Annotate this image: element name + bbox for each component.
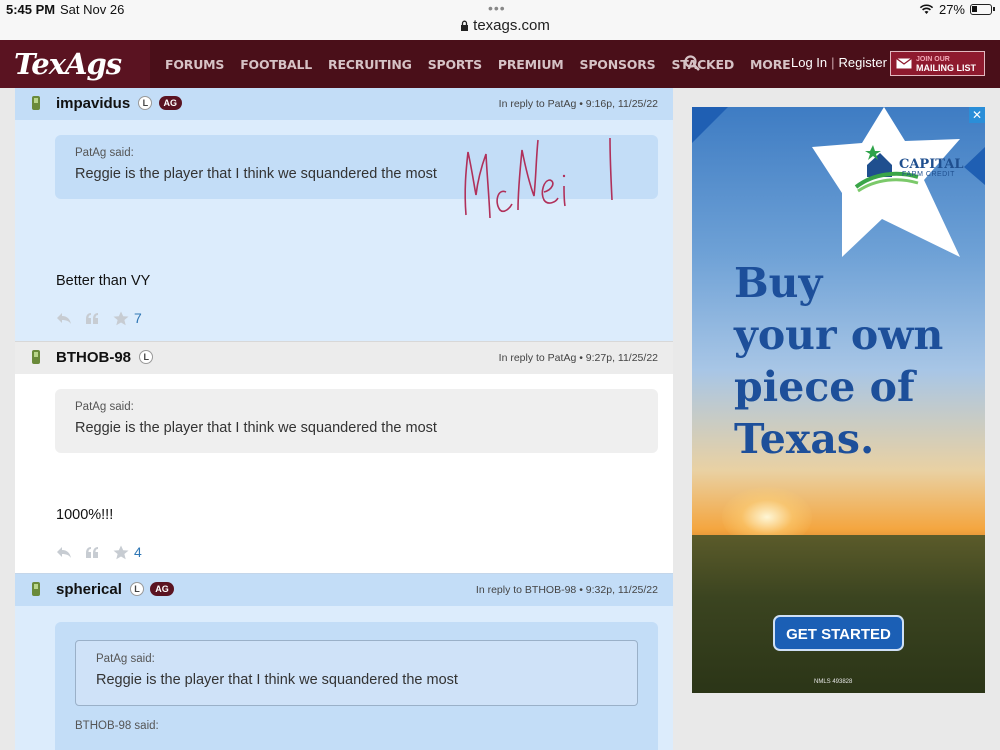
thread-posts: impavidus L AG In reply to PatAg • 9:16p…	[15, 88, 673, 750]
post-text: 1000%!!!	[56, 507, 114, 523]
reply-meta[interactable]: In reply to PatAg • 9:27p, 11/25/22	[499, 352, 658, 364]
auth-links: Log In | Register	[791, 55, 887, 70]
address-bar[interactable]: texags.com	[460, 17, 550, 34]
nav-item-recruiting[interactable]: RECRUITING	[328, 57, 412, 72]
quote-icon[interactable]	[85, 546, 100, 559]
ag-badge: AG	[158, 96, 183, 110]
tab-dots-icon[interactable]: •••	[488, 0, 506, 16]
nested-quote-text: Reggie is the player that I think we squ…	[96, 672, 458, 688]
texas-star-graphic	[812, 107, 985, 257]
ad-brand-subtitle: FARM CREDIT	[902, 171, 955, 178]
ios-status-bar: 5:45 PM Sat Nov 26 ••• texags.com 27%	[0, 0, 1000, 40]
nested-quote-author: PatAg said:	[96, 653, 155, 665]
post-actions: 7	[56, 310, 142, 326]
nav-item-forums[interactable]: FORUMS	[165, 57, 224, 72]
battery-percent: 27%	[938, 2, 965, 17]
ad-headline-line: Texas.	[734, 415, 875, 463]
mailing-list-button[interactable]: JOIN OUR MAILING LIST	[890, 51, 985, 76]
reply-icon[interactable]	[56, 312, 72, 325]
quote-author: BTHOB-98 said:	[75, 720, 159, 732]
nav-item-stacked[interactable]: STACKED	[671, 57, 734, 72]
lock-icon	[461, 20, 468, 31]
ad-landscape	[692, 535, 985, 693]
username-text: spherical	[56, 581, 122, 598]
auth-separator: |	[831, 55, 835, 70]
post-body: PatAg said: Reggie is the player that I …	[15, 374, 673, 574]
post-text: Better than VY	[56, 273, 151, 289]
post: impavidus L AG In reply to PatAg • 9:16p…	[15, 88, 673, 341]
lifetime-badge: L	[139, 350, 154, 364]
reply-icon[interactable]	[56, 546, 72, 559]
post-username[interactable]: spherical L AG	[56, 581, 174, 598]
ag-badge: AG	[150, 582, 174, 596]
url-text: texags.com	[473, 17, 550, 34]
nav-item-sponsors[interactable]: SPONSORS	[580, 57, 656, 72]
lifetime-badge: L	[138, 96, 153, 110]
ad-brand-name: CAPITAL	[899, 157, 964, 172]
mobile-phone-icon	[32, 350, 40, 364]
ad-legal-text: NMLS 493828	[814, 679, 853, 685]
handwritten-annotation	[464, 137, 613, 219]
nav-item-sports[interactable]: SPORTS	[428, 57, 482, 72]
post-body: PatAg said: Reggie is the player that I …	[15, 606, 673, 750]
mailing-bottom-text: MAILING LIST	[916, 62, 976, 73]
star-icon[interactable]	[113, 545, 129, 560]
battery-icon	[970, 4, 995, 15]
post-username[interactable]: impavidus L AG	[56, 95, 183, 112]
username-text: BTHOB-98	[56, 349, 132, 366]
ad-headline-line: your own	[734, 311, 944, 359]
quote-icon[interactable]	[85, 312, 100, 325]
username-text: impavidus	[56, 95, 131, 112]
wifi-icon	[919, 4, 934, 14]
quote-text: Reggie is the player that I think we squ…	[75, 166, 437, 182]
status-time: 5:45 PM	[6, 2, 56, 17]
reply-meta[interactable]: In reply to PatAg • 9:16p, 11/25/22	[499, 98, 658, 110]
mobile-phone-icon	[32, 96, 40, 110]
mobile-phone-icon	[32, 582, 40, 596]
star-count: 4	[134, 544, 142, 560]
status-right: 27%	[919, 2, 995, 17]
status-date: Sat Nov 26	[60, 2, 125, 17]
post-actions: 4	[56, 544, 142, 560]
nav-item-football[interactable]: FOOTBALL	[240, 57, 312, 72]
quote-block: PatAg said: Reggie is the player that I …	[55, 389, 658, 453]
ad-headline-line: Buy	[734, 259, 823, 307]
site-nav: TexAgs FORUMS FOOTBALL RECRUITING SPORTS…	[0, 40, 1000, 88]
post-header: spherical L AG In reply to BTHOB-98 • 9:…	[15, 574, 673, 606]
envelope-icon	[896, 58, 912, 69]
post: spherical L AG In reply to BTHOB-98 • 9:…	[15, 573, 673, 750]
nav-item-more[interactable]: MORE	[750, 57, 791, 72]
capital-farm-credit-ad[interactable]: CAPITAL FARM CREDIT ✕ Buy your own piece…	[692, 107, 985, 693]
nav-item-premium[interactable]: PREMIUM	[498, 57, 564, 72]
post-header: impavidus L AG In reply to PatAg • 9:16p…	[15, 88, 673, 120]
post: BTHOB-98 L In reply to PatAg • 9:27p, 11…	[15, 341, 673, 574]
star-icon[interactable]	[113, 311, 129, 326]
login-link[interactable]: Log In	[791, 55, 827, 70]
quote-author: PatAg said:	[75, 147, 134, 159]
reply-meta[interactable]: In reply to BTHOB-98 • 9:32p, 11/25/22	[476, 584, 658, 596]
post-username[interactable]: BTHOB-98 L	[56, 349, 154, 366]
lifetime-badge: L	[130, 582, 145, 596]
post-header: BTHOB-98 L In reply to PatAg • 9:27p, 11…	[15, 342, 673, 374]
quote-block: PatAg said: Reggie is the player that I …	[55, 622, 658, 750]
post-body: PatAg said: Reggie is the player that I …	[15, 120, 673, 341]
ad-headline-line: piece of	[734, 363, 915, 411]
mailing-list-label: JOIN OUR MAILING LIST	[916, 55, 976, 73]
register-link[interactable]: Register	[839, 55, 887, 70]
star-count: 7	[134, 310, 142, 326]
search-icon[interactable]	[684, 55, 700, 71]
quote-author: PatAg said:	[75, 401, 134, 413]
get-started-button[interactable]: GET STARTED	[773, 615, 904, 651]
ad-headline: Buy your own piece of Texas.	[734, 257, 943, 465]
texags-logo[interactable]: TexAgs	[0, 40, 150, 88]
quote-text: Reggie is the player that I think we squ…	[75, 420, 437, 436]
nested-quote-block: PatAg said: Reggie is the player that I …	[75, 640, 638, 706]
ad-close-icon[interactable]: ✕	[969, 107, 985, 123]
